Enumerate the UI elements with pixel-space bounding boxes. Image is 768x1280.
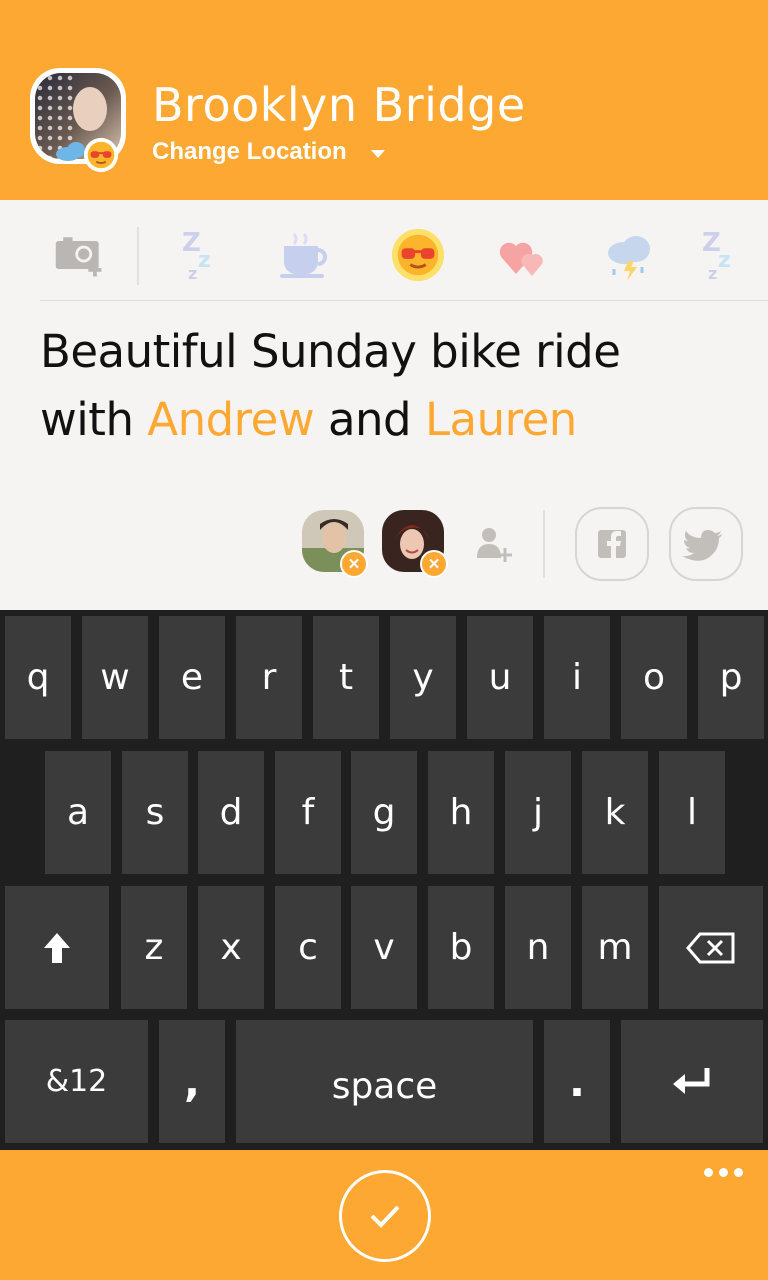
- key-m[interactable]: m: [582, 886, 648, 1009]
- user-avatar[interactable]: [30, 68, 126, 173]
- key-j[interactable]: j: [505, 751, 571, 874]
- post-text-mid: and: [314, 393, 425, 446]
- enter-key[interactable]: [621, 1020, 763, 1143]
- key-e[interactable]: e: [159, 616, 225, 739]
- camera-add-icon[interactable]: [52, 227, 108, 283]
- key-v[interactable]: v: [351, 886, 417, 1009]
- mood-bar: Z z z Z z z: [0, 205, 768, 300]
- tagged-person-andrew[interactable]: Andrew: [147, 393, 314, 446]
- share-divider: [543, 510, 545, 578]
- twitter-share-button[interactable]: [668, 506, 744, 582]
- space-key[interactable]: space: [236, 1020, 533, 1143]
- key-u[interactable]: u: [467, 616, 533, 739]
- post-text-input[interactable]: Beautiful Sunday bike ride with Andrew a…: [40, 318, 740, 454]
- key-t[interactable]: t: [313, 616, 379, 739]
- shift-arrow-icon: [44, 932, 70, 963]
- chevron-down-icon: [370, 150, 385, 158]
- sun-sunglasses-icon: [83, 137, 119, 173]
- key-p[interactable]: p: [698, 616, 764, 739]
- key-g[interactable]: g: [351, 751, 417, 874]
- key-i[interactable]: i: [544, 616, 610, 739]
- key-a[interactable]: a: [45, 751, 111, 874]
- key-f[interactable]: f: [275, 751, 341, 874]
- post-line-1: Beautiful Sunday bike ride: [40, 325, 621, 378]
- on-screen-keyboard: q w e r t y u i o p a s d f g h j k l z …: [0, 610, 768, 1150]
- period-key[interactable]: .: [544, 1020, 610, 1143]
- key-d[interactable]: d: [198, 751, 264, 874]
- key-y[interactable]: y: [390, 616, 456, 739]
- svg-text:z: z: [188, 264, 197, 283]
- key-n[interactable]: n: [505, 886, 571, 1009]
- key-l[interactable]: l: [659, 751, 725, 874]
- comma-key[interactable]: ,: [159, 1020, 225, 1143]
- coffee-cup-icon[interactable]: [276, 227, 332, 283]
- location-header: Brooklyn Bridge Change Location: [0, 0, 768, 200]
- key-s[interactable]: s: [122, 751, 188, 874]
- key-r[interactable]: r: [236, 616, 302, 739]
- checkmark-icon: [370, 1205, 400, 1228]
- change-location-button[interactable]: Change Location: [152, 138, 385, 166]
- svg-text:z: z: [708, 264, 717, 283]
- zzz-icon[interactable]: Z z z: [696, 227, 752, 283]
- app-bar: [0, 1150, 768, 1280]
- location-title: Brooklyn Bridge: [152, 78, 526, 132]
- backspace-icon: [686, 932, 735, 963]
- key-o[interactable]: o: [621, 616, 687, 739]
- remove-person-andrew-button[interactable]: ✕: [340, 550, 368, 578]
- shift-key[interactable]: [5, 886, 109, 1009]
- key-h[interactable]: h: [428, 751, 494, 874]
- sun-sunglasses-icon[interactable]: [390, 227, 446, 283]
- post-line-2: with Andrew and Lauren: [40, 386, 740, 454]
- hearts-icon[interactable]: [496, 227, 552, 283]
- tagged-person-lauren[interactable]: Lauren: [425, 393, 577, 446]
- key-w[interactable]: w: [82, 616, 148, 739]
- key-q[interactable]: q: [5, 616, 71, 739]
- change-location-label: Change Location: [152, 138, 347, 165]
- backspace-key[interactable]: [659, 886, 763, 1009]
- mood-separator: [40, 300, 768, 301]
- key-b[interactable]: b: [428, 886, 494, 1009]
- remove-person-lauren-button[interactable]: ✕: [420, 550, 448, 578]
- svg-text:z: z: [718, 248, 731, 273]
- add-person-icon[interactable]: [474, 524, 514, 564]
- storm-cloud-icon[interactable]: [602, 227, 658, 283]
- key-c[interactable]: c: [275, 886, 341, 1009]
- symbols-key[interactable]: &12: [5, 1020, 148, 1143]
- facebook-share-button[interactable]: [574, 506, 650, 582]
- zzz-icon[interactable]: Z z z: [176, 227, 232, 283]
- more-options-icon[interactable]: [704, 1168, 743, 1177]
- key-z[interactable]: z: [121, 886, 187, 1009]
- mood-divider: [137, 227, 139, 285]
- post-text-prefix: with: [40, 393, 148, 446]
- tagged-person-avatar-lauren[interactable]: ✕: [382, 510, 448, 578]
- confirm-button[interactable]: [339, 1170, 431, 1262]
- enter-arrow-icon: [673, 1067, 710, 1094]
- tagged-person-avatar-andrew[interactable]: ✕: [302, 510, 368, 578]
- key-k[interactable]: k: [582, 751, 648, 874]
- svg-text:z: z: [198, 248, 211, 273]
- key-x[interactable]: x: [198, 886, 264, 1009]
